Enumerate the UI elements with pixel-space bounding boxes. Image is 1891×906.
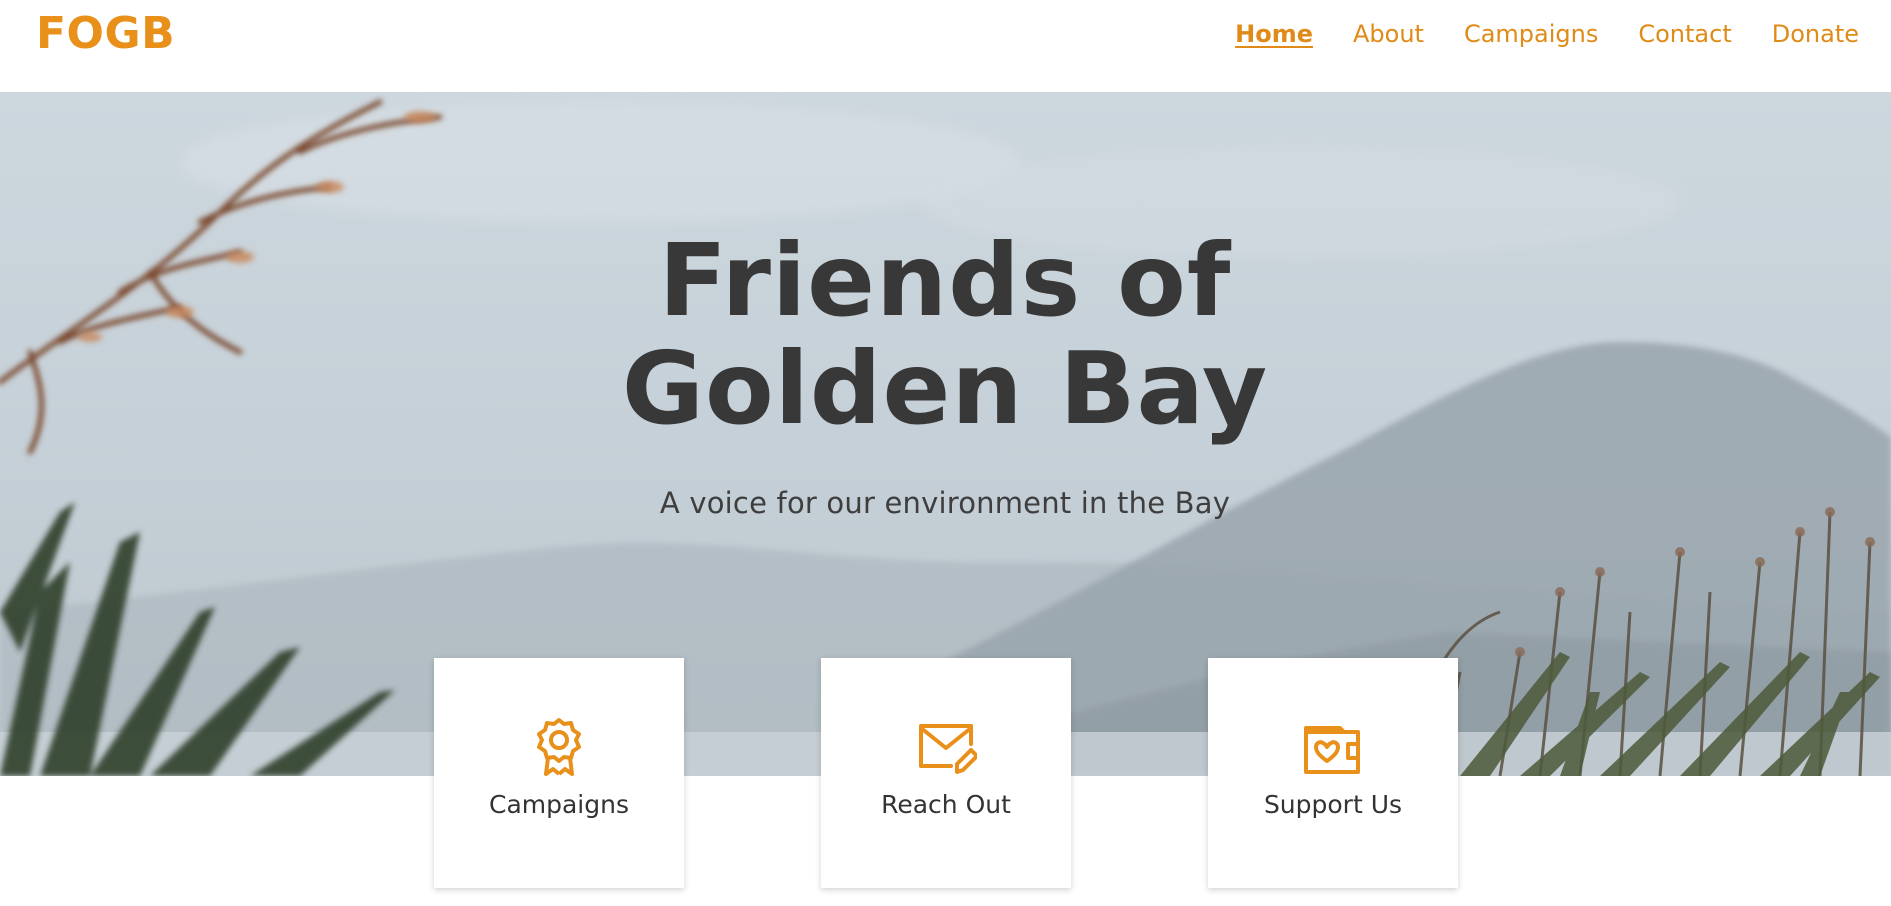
hero-title-line2: Golden Bay xyxy=(621,330,1269,447)
site-header: FOGB Home About Campaigns Contact Donate xyxy=(0,0,1891,92)
campaigns-card[interactable]: Campaigns xyxy=(434,658,684,888)
hero-title: Friends of Golden Bay xyxy=(545,227,1345,443)
hero-subtitle: A voice for our environment in the Bay xyxy=(659,486,1231,520)
reach-out-card[interactable]: Reach Out xyxy=(821,658,1071,888)
support-us-card-label: Support Us xyxy=(1263,790,1403,819)
main-nav: Home About Campaigns Contact Donate xyxy=(1235,18,1859,50)
nav-about-link[interactable]: About xyxy=(1353,18,1424,50)
nav-home-link[interactable]: Home xyxy=(1235,18,1313,50)
nav-donate-link[interactable]: Donate xyxy=(1772,18,1859,50)
reach-out-card-label: Reach Out xyxy=(881,790,1011,819)
hero-title-line1: Friends of xyxy=(658,222,1232,339)
nav-contact-link[interactable]: Contact xyxy=(1638,18,1731,50)
site-logo[interactable]: FOGB xyxy=(36,8,175,59)
wallet-heart-icon xyxy=(1304,726,1360,774)
nav-campaigns-link[interactable]: Campaigns xyxy=(1464,18,1598,50)
mail-edit-icon xyxy=(919,724,977,774)
campaigns-card-label: Campaigns xyxy=(488,790,629,819)
support-us-card[interactable]: Support Us xyxy=(1208,658,1458,888)
award-ribbon-icon xyxy=(537,718,581,776)
